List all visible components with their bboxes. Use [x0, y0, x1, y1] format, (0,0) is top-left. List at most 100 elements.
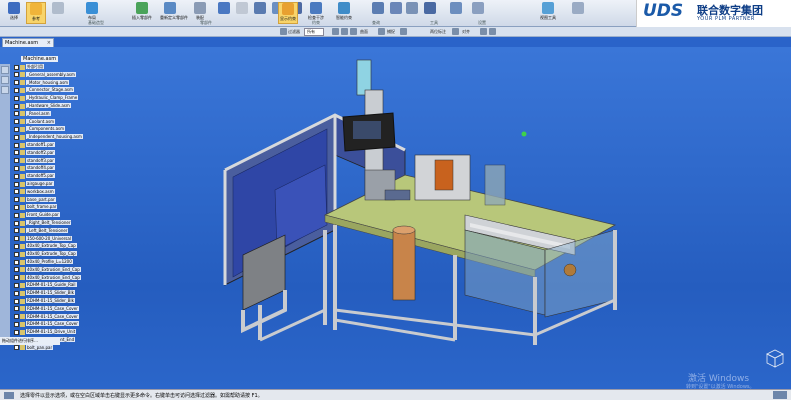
snap-label[interactable]: 捕捉 [387, 29, 395, 35]
visibility-checkbox[interactable] [14, 228, 19, 234]
view-cube-icon[interactable] [763, 347, 785, 369]
tree-row[interactable]: _Hardware_Slide.asm [14, 103, 71, 109]
visibility-checkbox[interactable] [14, 72, 19, 78]
snap-icon[interactable] [378, 28, 385, 35]
grid-icon[interactable] [400, 28, 407, 35]
tree-row[interactable]: _Components.asm [14, 126, 66, 132]
ribbon-button-21[interactable]: 视图工具 [538, 2, 558, 24]
visibility-checkbox[interactable] [14, 345, 19, 351]
tree-row[interactable]: _Connector_Stage.asm [14, 87, 74, 93]
visibility-checkbox[interactable] [14, 64, 19, 70]
visibility-checkbox[interactable] [14, 236, 19, 242]
visibility-checkbox[interactable] [14, 158, 19, 164]
surface-filter-label[interactable]: 曲面 [360, 29, 368, 35]
tree-row[interactable]: bolt_frame.par [14, 204, 58, 210]
visibility-checkbox[interactable] [14, 212, 19, 218]
visibility-checkbox[interactable] [14, 282, 19, 288]
tree-row[interactable]: base_part.par [14, 196, 56, 203]
tree-row[interactable]: standoff1.par [14, 142, 55, 148]
ribbon-button-4[interactable]: 插入零部件 [132, 2, 152, 24]
ribbon-button-1[interactable]: 参考 [26, 2, 46, 24]
tree-row[interactable]: 40x40_Extrude_Top_Cap [14, 251, 77, 257]
visibility-checkbox[interactable] [14, 306, 19, 312]
tree-row[interactable]: 40x40_Extrusion_End_Cap [14, 266, 81, 273]
tree-row[interactable]: 150-600-20_Universal [14, 235, 72, 242]
ribbon-button-9[interactable] [250, 2, 270, 24]
visibility-checkbox[interactable] [14, 189, 19, 195]
visibility-checkbox[interactable] [14, 329, 19, 335]
visibility-checkbox[interactable] [14, 126, 19, 132]
visibility-checkbox[interactable] [14, 87, 19, 93]
visibility-checkbox[interactable] [14, 142, 19, 148]
filter-icon[interactable] [280, 28, 287, 35]
tree-row[interactable]: _Independent_housing.asm [14, 134, 83, 140]
align-label[interactable]: 对齐 [462, 29, 470, 35]
tree-row[interactable]: RDHM-01-15_Case_Cover [14, 321, 79, 327]
tree-row[interactable]: RDHM-01-15_Drive_Unit [14, 329, 77, 335]
ribbon-button-5[interactable]: 重新定义零部件 [160, 2, 188, 24]
visibility-checkbox[interactable] [14, 298, 19, 304]
visibility-checkbox[interactable] [14, 197, 19, 203]
tree-row[interactable]: RDHM-01-15_Guide_Rail [14, 282, 77, 288]
tree-row[interactable]: _Panel.asm [14, 110, 51, 117]
visibility-checkbox[interactable] [14, 267, 19, 273]
visibility-checkbox[interactable] [14, 290, 19, 296]
ribbon-button-7[interactable] [214, 2, 234, 24]
tree-row[interactable]: _Hydraulic_Clamp_Frame [14, 95, 79, 101]
visibility-checkbox[interactable] [14, 95, 19, 101]
ribbon-button-17[interactable] [402, 2, 422, 24]
ribbon-button-2[interactable] [48, 2, 68, 24]
tree-row[interactable]: _Right_Belt_Tensioner [14, 220, 72, 226]
visibility-checkbox[interactable] [14, 103, 19, 109]
tree-row[interactable]: RDHM-01-15_Case_Cover [14, 313, 79, 320]
filter-select[interactable]: 所有 [304, 28, 324, 36]
tree-row[interactable]: 40x40_Profile_L=1200 [14, 259, 73, 265]
visibility-checkbox[interactable] [14, 181, 19, 187]
visibility-checkbox[interactable] [14, 173, 19, 179]
dimension-label[interactable]: 两位标注 [430, 29, 446, 35]
visibility-checkbox[interactable] [14, 119, 19, 125]
tree-row[interactable]: 40x40_Extrusion_End_Cap [14, 274, 81, 281]
view-icon[interactable] [480, 28, 487, 35]
ribbon-button-14[interactable]: 智能约束 [334, 2, 354, 24]
align-icon[interactable] [452, 28, 459, 35]
select-all-icon[interactable] [332, 28, 339, 35]
ribbon-button-0[interactable]: 选择 [4, 2, 24, 24]
ribbon-button-8[interactable] [232, 2, 252, 24]
tree-row[interactable]: standoff2.par [14, 149, 55, 156]
visibility-checkbox[interactable] [14, 275, 19, 281]
visibility-checkbox[interactable] [14, 134, 19, 140]
status-right-icon[interactable] [773, 391, 787, 399]
visibility-checkbox[interactable] [14, 204, 19, 210]
close-icon[interactable]: × [47, 40, 51, 46]
ribbon-button-12[interactable]: 显示约束 [278, 2, 298, 24]
tree-row[interactable]: RDHM-01-15_Slider_Blk [14, 290, 75, 296]
render-icon[interactable] [489, 28, 496, 35]
tree-row[interactable]: bolt_pan.par [14, 344, 54, 351]
document-tab[interactable]: Machine.asm × [2, 38, 54, 47]
select-face-icon[interactable] [341, 28, 348, 35]
visibility-checkbox[interactable] [14, 111, 19, 117]
visibility-checkbox[interactable] [14, 165, 19, 171]
tree-row[interactable]: airgauge.par [14, 181, 54, 187]
tree-row[interactable]: _General_assembly.asm [14, 71, 76, 78]
tree-row[interactable]: RDHM-01-15_Case_Cover [14, 305, 79, 312]
visibility-checkbox[interactable] [14, 251, 19, 257]
tree-row[interactable]: _Left_Belt_Tensioner [14, 227, 69, 234]
tree-row[interactable]: Front_Guide.par [14, 212, 60, 218]
tree-row[interactable]: _Coolant.asm [14, 118, 56, 125]
visibility-checkbox[interactable] [14, 314, 19, 320]
visibility-checkbox[interactable] [14, 150, 19, 156]
tree-row[interactable]: standoff3.par [14, 157, 55, 164]
tree-root-label[interactable]: Machine.asm [21, 56, 59, 62]
visibility-checkbox[interactable] [14, 80, 19, 86]
tree-row[interactable]: standoff5.par [14, 173, 55, 179]
visibility-checkbox[interactable] [14, 321, 19, 327]
tree-row[interactable]: workbox.asm [14, 188, 55, 195]
select-edge-icon[interactable] [350, 28, 357, 35]
tree-row[interactable]: RDHM-01-15_Slider_Blk [14, 298, 75, 304]
machine-assembly-model[interactable] [215, 55, 625, 345]
tree-row[interactable]: 40x40_Extrude_Top_Cap [14, 243, 77, 249]
ribbon-button-22[interactable] [568, 2, 588, 24]
tree-row[interactable]: standoff4.par [14, 165, 55, 171]
